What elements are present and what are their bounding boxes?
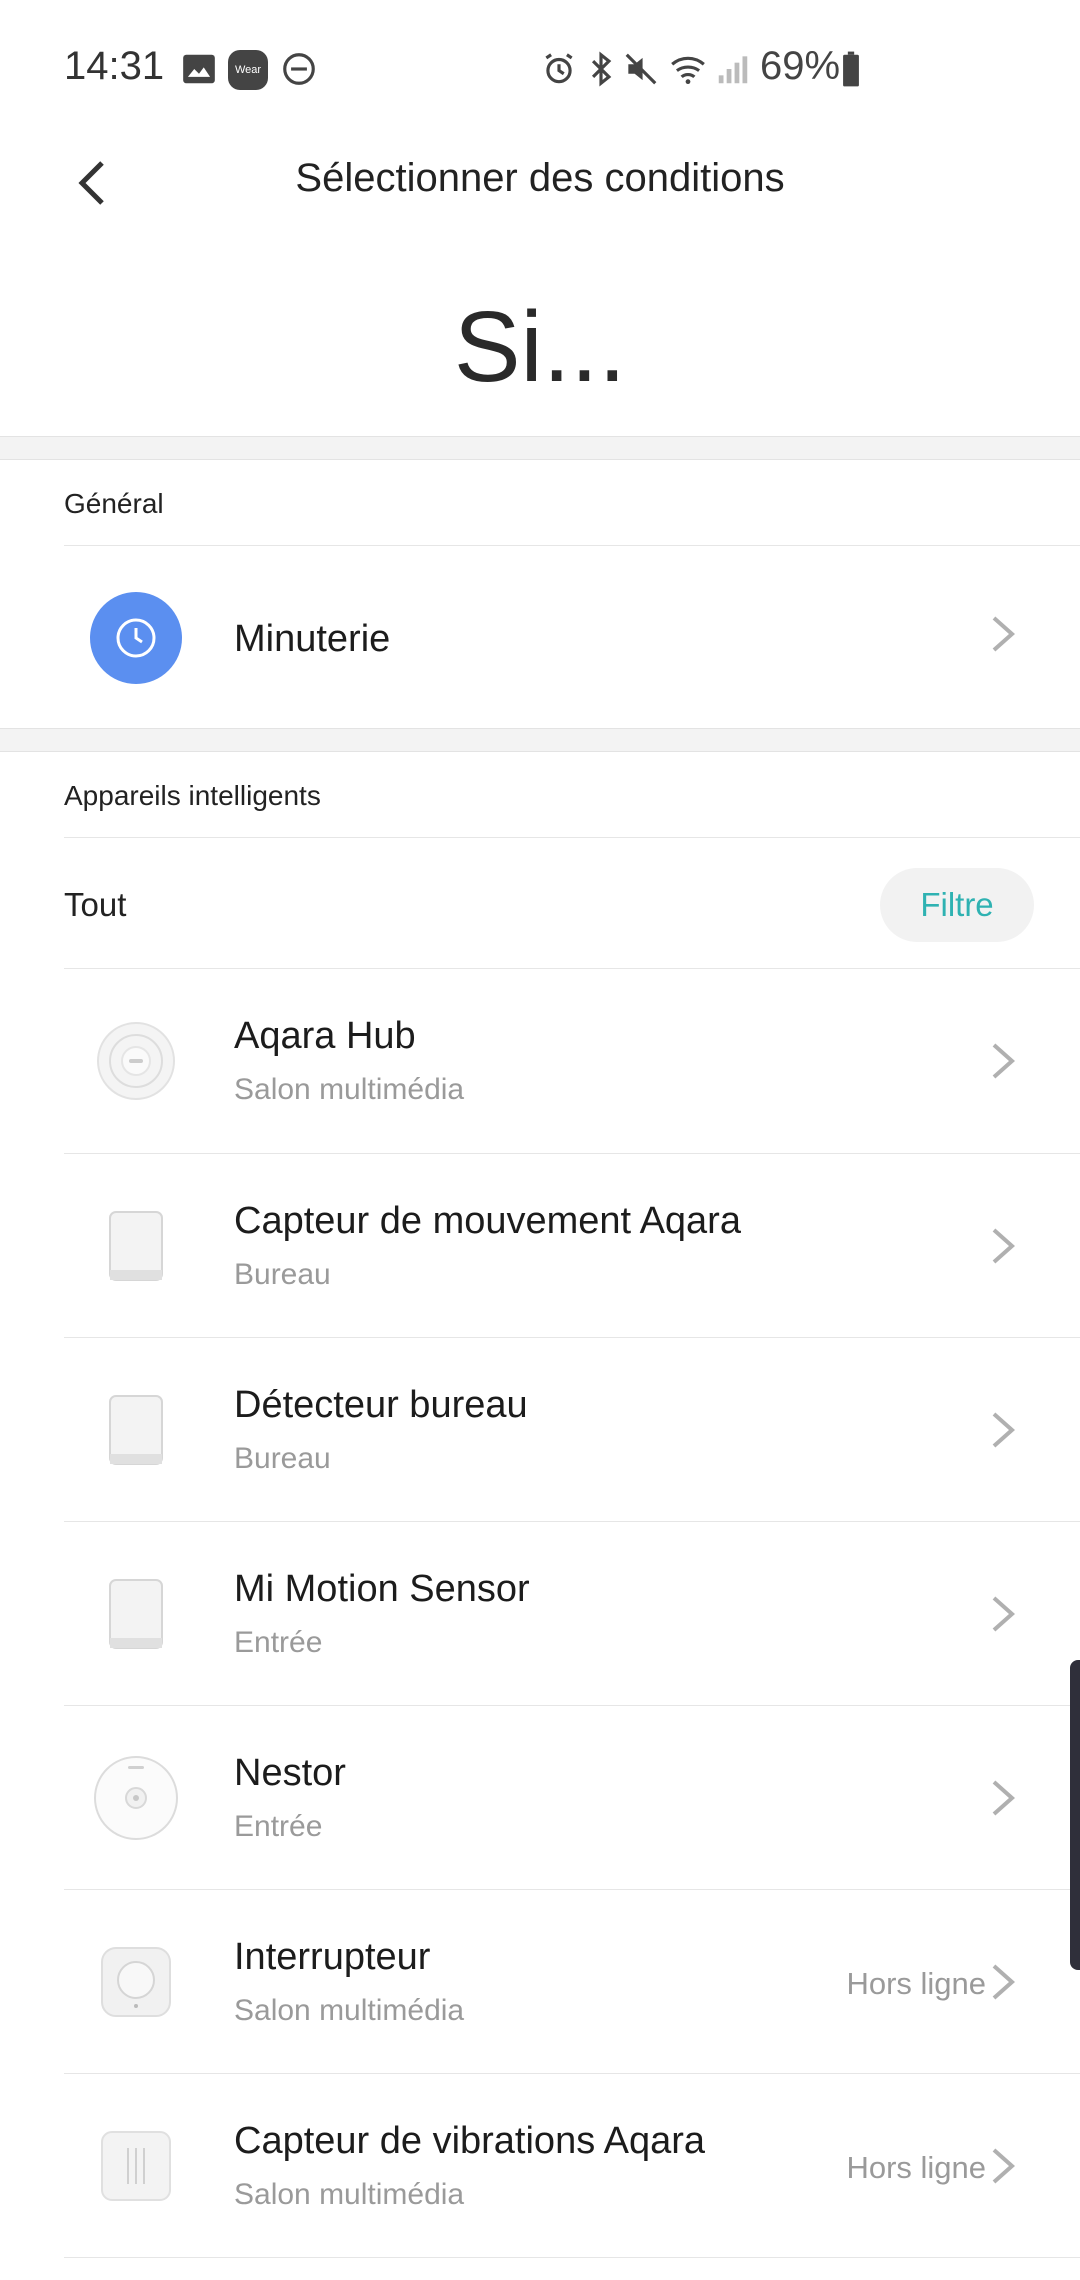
device-row-motion-sensor[interactable]: Capteur de mouvement Aqara Bureau [0,1154,1080,1338]
filter-button[interactable]: Filtre [880,868,1034,942]
app-header: Sélectionner des conditions [0,130,1080,240]
mute-icon [625,53,657,85]
device-row-switch[interactable]: Interrupteur Salon multimédia Hors ligne [0,1890,1080,2074]
motion-sensor-icon [109,1395,163,1465]
device-row-detector[interactable]: Détecteur bureau Bureau [0,1338,1080,1522]
chevron-right-icon [992,1043,1016,1079]
wear-label: Wear [234,64,262,76]
filter-all-label[interactable]: Tout [64,886,126,924]
condition-heading: Si... [453,291,627,403]
divider [64,2257,1080,2258]
battery-percentage: 69% [760,44,841,88]
device-name: Aqara Hub [234,1015,416,1057]
device-room: Salon multimédia [234,1994,465,2027]
edge-panel-handle[interactable] [1070,1660,1080,1970]
device-name: Nestor [234,1752,346,1794]
device-name: Capteur de mouvement Aqara [234,1200,741,1242]
section-title-devices: Appareils intelligents [64,780,321,811]
device-room: Bureau [234,1258,331,1291]
signal-icon [718,56,748,84]
chevron-right-icon [992,1228,1016,1264]
battery-icon [843,51,859,87]
filter-button-label: Filtre [920,886,994,923]
chevron-right-icon [992,1412,1016,1448]
chevron-right-icon [992,1780,1016,1816]
device-room: Salon multimédia [234,2178,465,2211]
device-room: Entrée [234,1626,323,1659]
chevron-right-icon [992,1596,1016,1632]
page-title: Sélectionner des conditions [295,156,785,200]
offline-status: Hors ligne [846,1966,986,2001]
section-gap [0,436,1080,460]
wireless-switch-icon [101,1947,171,2017]
device-name: Interrupteur [234,1936,431,1978]
motion-sensor-icon [109,1211,163,1281]
chevron-right-icon [992,616,1016,652]
wear-icon: Wear [228,50,268,90]
device-room: Salon multimédia [234,1073,465,1106]
timer-label: Minuterie [234,618,391,660]
device-row-vibration-sensor[interactable]: Capteur de vibrations Aqara Salon multim… [0,2074,1080,2258]
chevron-right-icon [992,2148,1016,2184]
alarm-icon [545,53,573,84]
dnd-icon [283,53,315,85]
device-name: Détecteur bureau [234,1384,528,1426]
vibration-sensor-icon [101,2131,171,2201]
timer-row[interactable]: Minuterie [0,546,1080,726]
wifi-icon [671,56,705,85]
status-bar: 14:31 Wear 69% [0,0,1080,130]
section-gap [0,728,1080,752]
device-row-aqara-hub[interactable]: Aqara Hub Salon multimédia [0,969,1080,1153]
device-room: Entrée [234,1810,323,1843]
status-time: 14:31 [64,44,165,88]
device-name: Mi Motion Sensor [234,1568,530,1610]
hub-device-icon [97,1022,175,1100]
image-icon [183,54,215,84]
device-name: Capteur de vibrations Aqara [234,2120,706,2162]
divider [64,837,1080,838]
section-title-general: Général [64,488,164,519]
clock-icon [90,592,182,684]
robot-vacuum-icon [94,1756,178,1840]
device-room: Bureau [234,1442,331,1475]
bluetooth-icon [591,51,612,87]
device-row-nestor[interactable]: Nestor Entrée [0,1706,1080,1890]
chevron-right-icon [992,1964,1016,2000]
offline-status: Hors ligne [846,2150,986,2185]
device-row-mi-motion[interactable]: Mi Motion Sensor Entrée [0,1522,1080,1706]
motion-sensor-icon [109,1579,163,1649]
